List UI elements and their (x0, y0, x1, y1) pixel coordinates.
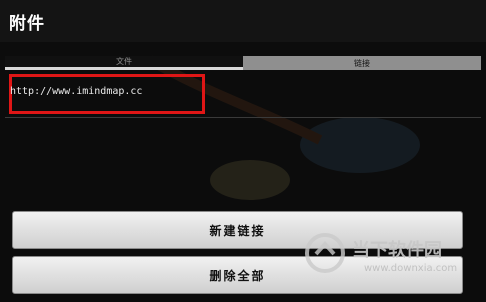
tab-links-label: 链接 (354, 58, 370, 68)
page-title: 附件 (9, 14, 45, 34)
new-link-button-label: 新建链接 (209, 223, 266, 238)
list-divider (5, 117, 481, 118)
watermark-logo-icon (305, 233, 345, 273)
watermark-brand: 当下软件园 (352, 240, 442, 261)
tab-links[interactable]: 链接 (243, 56, 481, 70)
link-url[interactable]: http://www.imindmap.cc (10, 86, 142, 97)
tab-files[interactable]: 文件 (5, 56, 243, 70)
tab-strip: 文件 链接 (5, 56, 481, 70)
link-list-item[interactable]: http://www.imindmap.cc (0, 74, 486, 114)
delete-all-button-label: 删除全部 (209, 268, 266, 283)
watermark-url: www.downxia.com (364, 263, 458, 274)
tab-files-label: 文件 (116, 57, 132, 66)
title-bar: 附件 (0, 0, 486, 42)
